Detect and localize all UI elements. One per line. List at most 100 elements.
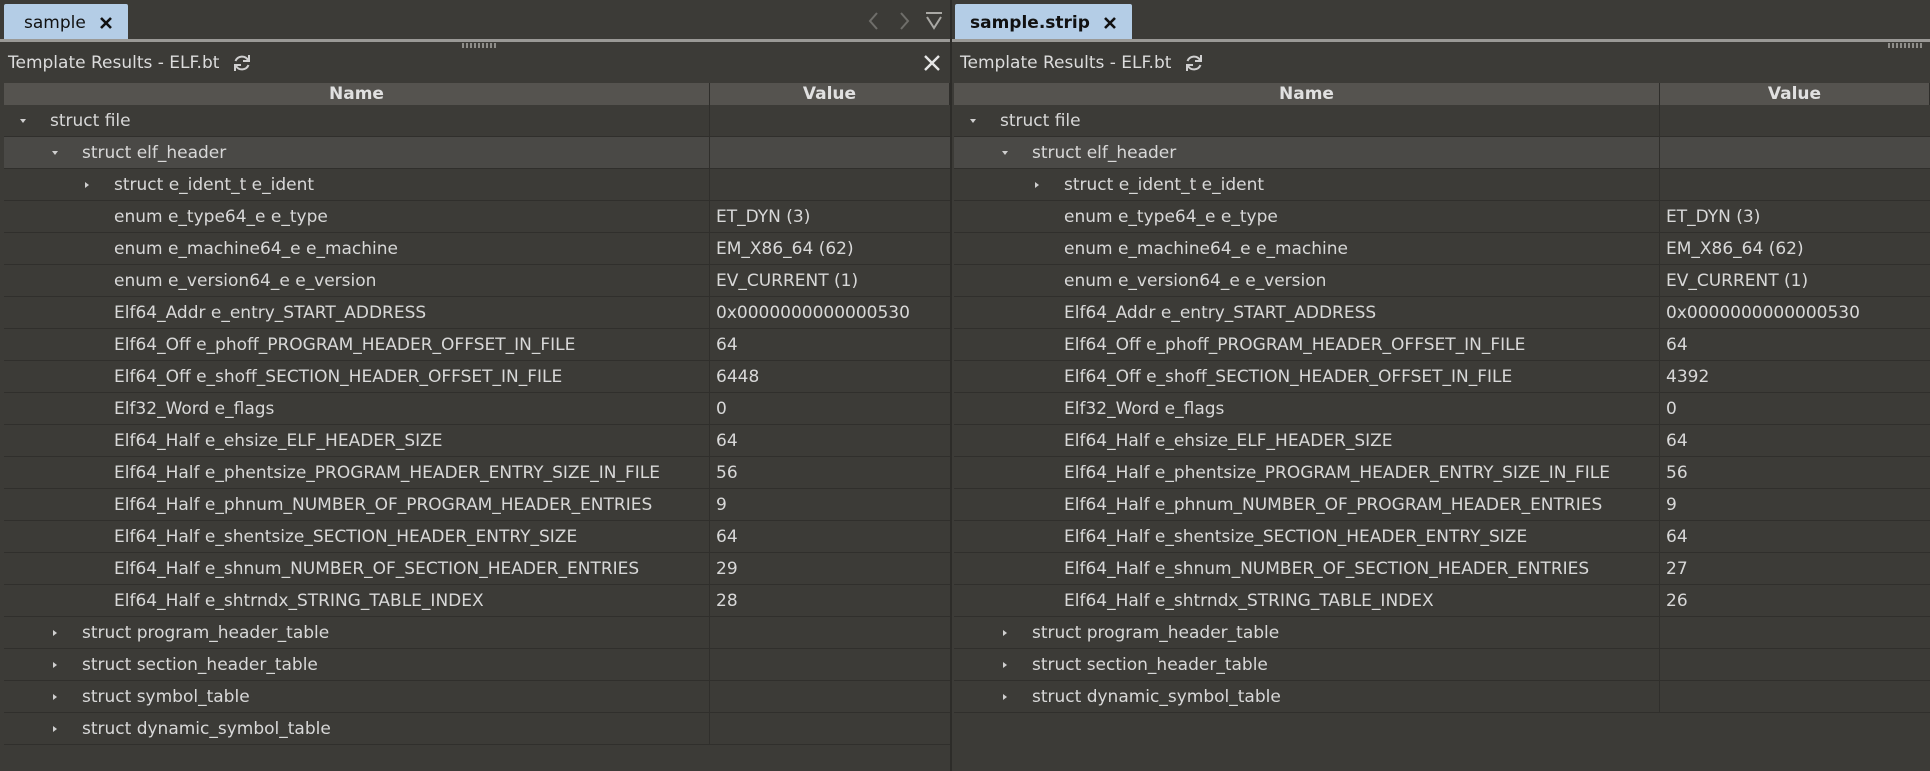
field-name: struct file bbox=[1000, 110, 1081, 131]
name-cell: Elf64_Off e_phoff_PROGRAM_HEADER_OFFSET_… bbox=[954, 329, 1660, 360]
field-name: enum e_type64_e e_type bbox=[1064, 206, 1278, 227]
table-row[interactable]: Elf64_Off e_phoff_PROGRAM_HEADER_OFFSET_… bbox=[4, 329, 950, 361]
table-row[interactable]: enum e_version64_e e_version EV_CURRENT (… bbox=[4, 265, 950, 297]
triangle-right-icon[interactable] bbox=[50, 660, 60, 670]
name-cell: enum e_version64_e e_version bbox=[4, 265, 710, 296]
name-cell: Elf64_Half e_shtrndx_STRING_TABLE_INDEX bbox=[4, 585, 710, 616]
table-row[interactable]: struct elf_header bbox=[954, 137, 1930, 169]
table-row[interactable]: struct file bbox=[954, 105, 1930, 137]
triangle-right-icon[interactable] bbox=[1032, 180, 1042, 190]
field-value bbox=[710, 169, 950, 200]
name-cell: Elf32_Word e_flags bbox=[954, 393, 1660, 424]
table-row[interactable]: Elf64_Half e_shtrndx_STRING_TABLE_INDEX 2… bbox=[954, 585, 1930, 617]
field-name: struct dynamic_symbol_table bbox=[1032, 686, 1281, 707]
name-cell: struct dynamic_symbol_table bbox=[4, 713, 710, 744]
triangle-down-icon[interactable] bbox=[1000, 148, 1010, 158]
column-header-name[interactable]: Name bbox=[954, 83, 1660, 105]
table-row[interactable]: struct symbol_table bbox=[4, 681, 950, 713]
table-row[interactable]: Elf64_Half e_shentsize_SECTION_HEADER_EN… bbox=[954, 521, 1930, 553]
table-row[interactable]: Elf64_Half e_ehsize_ELF_HEADER_SIZE 64 bbox=[954, 425, 1930, 457]
field-name: struct elf_header bbox=[82, 142, 227, 163]
close-icon[interactable] bbox=[922, 53, 942, 73]
table-row[interactable]: enum e_machine64_e e_machine EM_X86_64 (6… bbox=[954, 233, 1930, 265]
table-row[interactable]: Elf64_Off e_shoff_SECTION_HEADER_OFFSET_… bbox=[4, 361, 950, 393]
name-cell: enum e_machine64_e e_machine bbox=[4, 233, 710, 264]
template-results-header: Template Results - ELF.bt bbox=[952, 42, 1930, 83]
table-row[interactable]: Elf64_Addr e_entry_START_ADDRESS 0x000000… bbox=[4, 297, 950, 329]
table-row[interactable]: Elf64_Half e_shtrndx_STRING_TABLE_INDEX 2… bbox=[4, 585, 950, 617]
table-row[interactable]: Elf32_Word e_flags 0 bbox=[954, 393, 1930, 425]
table-row[interactable]: enum e_type64_e e_type ET_DYN (3) bbox=[4, 201, 950, 233]
table-row[interactable]: struct program_header_table bbox=[954, 617, 1930, 649]
name-cell: struct file bbox=[954, 105, 1660, 136]
table-row[interactable]: Elf64_Addr e_entry_START_ADDRESS 0x000000… bbox=[954, 297, 1930, 329]
tab-list-icon[interactable] bbox=[924, 10, 944, 32]
table-row[interactable]: Elf64_Off e_shoff_SECTION_HEADER_OFFSET_… bbox=[954, 361, 1930, 393]
table-row[interactable]: Elf32_Word e_flags 0 bbox=[4, 393, 950, 425]
table-row[interactable]: Elf64_Half e_shnum_NUMBER_OF_SECTION_HEA… bbox=[4, 553, 950, 585]
field-value: 0 bbox=[1666, 398, 1677, 419]
field-name: Elf64_Half e_shtrndx_STRING_TABLE_INDEX bbox=[1064, 590, 1434, 611]
triangle-down-icon[interactable] bbox=[50, 148, 60, 158]
chevron-left-icon[interactable] bbox=[864, 10, 884, 32]
name-cell: struct program_header_table bbox=[4, 617, 710, 648]
field-value: EV_CURRENT (1) bbox=[1666, 270, 1809, 291]
field-name: Elf64_Half e_shnum_NUMBER_OF_SECTION_HEA… bbox=[1064, 558, 1590, 579]
field-name: Elf64_Half e_phentsize_PROGRAM_HEADER_EN… bbox=[1064, 462, 1610, 483]
triangle-right-icon[interactable] bbox=[50, 628, 60, 638]
triangle-right-icon[interactable] bbox=[1000, 692, 1010, 702]
table-row[interactable]: Elf64_Half e_shnum_NUMBER_OF_SECTION_HEA… bbox=[954, 553, 1930, 585]
field-value: 64 bbox=[1666, 430, 1688, 451]
triangle-right-icon[interactable] bbox=[50, 724, 60, 734]
field-name: struct e_ident_t e_ident bbox=[114, 174, 315, 195]
name-cell: struct e_ident_t e_ident bbox=[4, 169, 710, 200]
column-header-value[interactable]: Value bbox=[1660, 83, 1930, 105]
triangle-right-icon[interactable] bbox=[1000, 628, 1010, 638]
table-row[interactable]: struct program_header_table bbox=[4, 617, 950, 649]
template-results-table: Name Value struct file struct elf_header s… bbox=[954, 83, 1930, 713]
table-row[interactable]: Elf64_Off e_phoff_PROGRAM_HEADER_OFFSET_… bbox=[954, 329, 1930, 361]
table-row[interactable]: struct e_ident_t e_ident bbox=[954, 169, 1930, 201]
close-icon[interactable] bbox=[98, 15, 114, 31]
field-value bbox=[710, 617, 950, 648]
table-row[interactable]: struct dynamic_symbol_table bbox=[4, 713, 950, 745]
column-header-name[interactable]: Name bbox=[4, 83, 710, 105]
name-cell: Elf64_Off e_shoff_SECTION_HEADER_OFFSET_… bbox=[954, 361, 1660, 392]
table-row[interactable]: struct e_ident_t e_ident bbox=[4, 169, 950, 201]
table-row[interactable]: enum e_version64_e e_version EV_CURRENT (… bbox=[954, 265, 1930, 297]
table-row[interactable]: enum e_type64_e e_type ET_DYN (3) bbox=[954, 201, 1930, 233]
table-row[interactable]: enum e_machine64_e e_machine EM_X86_64 (6… bbox=[4, 233, 950, 265]
table-row[interactable]: Elf64_Half e_phnum_NUMBER_OF_PROGRAM_HEA… bbox=[4, 489, 950, 521]
triangle-down-icon[interactable] bbox=[18, 116, 28, 126]
table-row[interactable]: struct file bbox=[4, 105, 950, 137]
table-row[interactable]: Elf64_Half e_phnum_NUMBER_OF_PROGRAM_HEA… bbox=[954, 489, 1930, 521]
triangle-right-icon[interactable] bbox=[1000, 660, 1010, 670]
table-row[interactable]: Elf64_Half e_phentsize_PROGRAM_HEADER_EN… bbox=[4, 457, 950, 489]
table-row[interactable]: struct section_header_table bbox=[4, 649, 950, 681]
triangle-right-icon[interactable] bbox=[50, 692, 60, 702]
tab-sample[interactable]: sample bbox=[4, 4, 128, 42]
name-cell: Elf64_Half e_shentsize_SECTION_HEADER_EN… bbox=[954, 521, 1660, 552]
table-row[interactable]: struct section_header_table bbox=[954, 649, 1930, 681]
field-value: EV_CURRENT (1) bbox=[716, 270, 859, 291]
table-row[interactable]: struct dynamic_symbol_table bbox=[954, 681, 1930, 713]
refresh-icon[interactable] bbox=[1183, 52, 1205, 74]
table-row[interactable]: Elf64_Half e_shentsize_SECTION_HEADER_EN… bbox=[4, 521, 950, 553]
tab-sample-strip[interactable]: sample.strip bbox=[955, 4, 1132, 42]
field-value bbox=[710, 137, 950, 168]
column-header-value[interactable]: Value bbox=[710, 83, 950, 105]
table-row[interactable]: Elf64_Half e_phentsize_PROGRAM_HEADER_EN… bbox=[954, 457, 1930, 489]
close-icon[interactable] bbox=[1102, 15, 1118, 31]
chevron-right-icon[interactable] bbox=[894, 10, 914, 32]
name-cell: Elf64_Half e_phnum_NUMBER_OF_PROGRAM_HEA… bbox=[954, 489, 1660, 520]
field-name: Elf64_Off e_shoff_SECTION_HEADER_OFFSET_… bbox=[114, 366, 563, 387]
triangle-down-icon[interactable] bbox=[968, 116, 978, 126]
refresh-icon[interactable] bbox=[231, 52, 253, 74]
field-name: enum e_version64_e e_version bbox=[1064, 270, 1327, 291]
field-value: 64 bbox=[1666, 526, 1688, 547]
triangle-right-icon[interactable] bbox=[82, 180, 92, 190]
table-row[interactable]: struct elf_header bbox=[4, 137, 950, 169]
field-name: enum e_machine64_e e_machine bbox=[1064, 238, 1348, 259]
table-row[interactable]: Elf64_Half e_ehsize_ELF_HEADER_SIZE 64 bbox=[4, 425, 950, 457]
name-cell: Elf64_Half e_ehsize_ELF_HEADER_SIZE bbox=[4, 425, 710, 456]
